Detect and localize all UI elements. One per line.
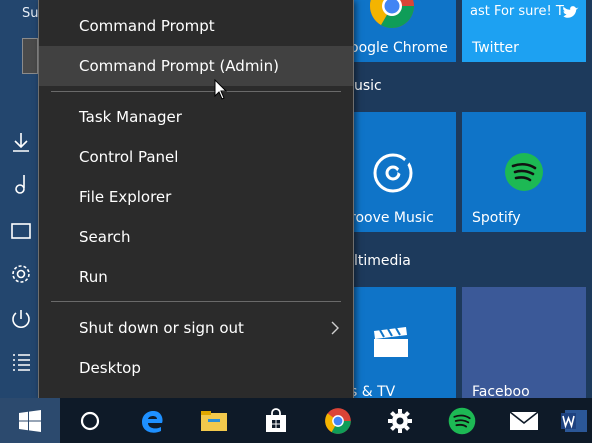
store-taskbar-button[interactable] — [246, 398, 306, 443]
menu-item-command-prompt-admin[interactable]: Command Prompt (Admin) — [39, 46, 353, 86]
menu-separator — [51, 91, 341, 92]
menu-item-label: Search — [79, 228, 131, 246]
music-icon[interactable] — [9, 172, 33, 196]
twitter-live-text: ast For sure! T — [470, 4, 564, 19]
mail-taskbar-button[interactable] — [494, 398, 554, 443]
menu-item-command-prompt[interactable]: Command Prompt — [39, 6, 353, 46]
tile-movies-tv[interactable]: s & TV — [350, 287, 456, 398]
tile-label: Spotify — [472, 210, 521, 226]
chevron-right-icon — [331, 321, 339, 335]
tile-group-label-multimedia: ltimedia — [354, 253, 411, 269]
menu-item-shut-down-or-sign-out[interactable]: Shut down or sign out — [39, 308, 353, 348]
tile-label: Twitter — [472, 40, 519, 56]
menu-separator — [51, 301, 341, 302]
file-explorer-taskbar-button[interactable] — [184, 398, 244, 443]
settings-icon — [388, 408, 412, 433]
mouse-cursor-icon — [214, 79, 228, 100]
menu-item-label: File Explorer — [79, 188, 172, 206]
store-icon — [266, 407, 286, 432]
tile-group-label-music: usic — [354, 78, 382, 94]
menu-item-label: Command Prompt (Admin) — [79, 57, 279, 75]
settings-gear-icon[interactable] — [9, 262, 33, 286]
cortana-icon — [80, 411, 100, 430]
menu-item-file-explorer[interactable]: File Explorer — [39, 177, 353, 217]
tile-label: s & TV — [350, 384, 396, 398]
windows-start-icon — [19, 409, 41, 432]
power-user-menu: Command Prompt Command Prompt (Admin) Ta… — [38, 0, 354, 399]
start-button[interactable] — [0, 398, 60, 443]
menu-item-search[interactable]: Search — [39, 217, 353, 257]
menu-item-label: Run — [79, 268, 108, 286]
user-avatar[interactable] — [22, 38, 38, 74]
edge-taskbar-button[interactable] — [122, 398, 182, 443]
twitter-bird-icon — [563, 6, 579, 18]
tile-facebook[interactable]: Faceboo — [462, 287, 586, 398]
tile-label: oogle Chrome — [350, 40, 448, 56]
menu-item-control-panel[interactable]: Control Panel — [39, 137, 353, 177]
menu-item-label: Control Panel — [79, 148, 179, 166]
spotify-icon — [505, 153, 543, 191]
tile-google-chrome[interactable]: oogle Chrome — [350, 0, 456, 62]
taskbar — [0, 398, 592, 443]
chrome-icon — [369, 0, 414, 28]
menu-item-label: Command Prompt — [79, 17, 215, 35]
settings-taskbar-button[interactable] — [370, 398, 430, 443]
tile-spotify[interactable]: Spotify — [462, 112, 586, 232]
mail-icon — [509, 410, 539, 430]
file-explorer-icon — [201, 410, 227, 431]
tile-label: roove Music — [350, 210, 434, 226]
cortana-button[interactable] — [60, 398, 120, 443]
all-apps-icon[interactable] — [9, 350, 33, 374]
chrome-taskbar-button[interactable] — [308, 398, 368, 443]
menu-item-label: Task Manager — [79, 108, 182, 126]
menu-item-run[interactable]: Run — [39, 257, 353, 297]
word-taskbar-button[interactable] — [556, 398, 592, 443]
user-name[interactable]: Su — [22, 6, 39, 21]
menu-item-task-manager[interactable]: Task Manager — [39, 97, 353, 137]
tile-label: Faceboo — [472, 384, 530, 398]
menu-item-label: Shut down or sign out — [79, 319, 244, 337]
downloads-icon[interactable] — [9, 130, 33, 154]
tile-groove-music[interactable]: roove Music — [350, 112, 456, 232]
groove-music-icon — [373, 153, 413, 193]
chrome-icon — [325, 407, 351, 434]
word-icon — [561, 409, 587, 432]
menu-item-label: Desktop — [79, 359, 141, 377]
pictures-icon[interactable] — [9, 219, 33, 243]
menu-item-desktop[interactable]: Desktop — [39, 348, 353, 388]
spotify-icon — [448, 407, 476, 434]
power-icon[interactable] — [9, 307, 33, 331]
movies-tv-icon — [374, 327, 408, 357]
spotify-taskbar-button[interactable] — [432, 398, 492, 443]
edge-icon — [142, 410, 163, 433]
